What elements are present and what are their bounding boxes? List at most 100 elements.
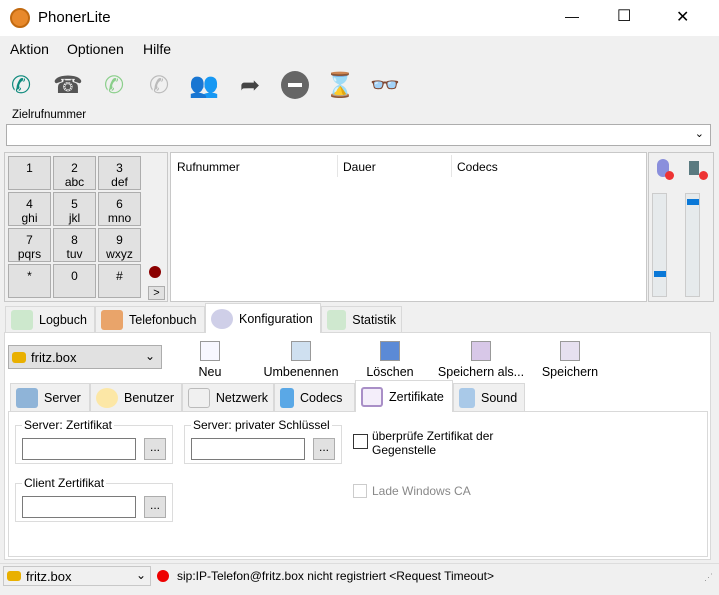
chevron-down-icon[interactable]: ⌄ — [695, 127, 704, 140]
chevron-down-icon: ⌄ — [145, 349, 156, 363]
action-save-button[interactable]: Speichern — [520, 339, 620, 381]
tab-statistik[interactable]: Statistik — [321, 306, 402, 332]
keypad-key[interactable]: 3 def — [98, 156, 141, 190]
subtab-sound[interactable]: Sound — [453, 383, 525, 411]
network-icon — [188, 387, 210, 408]
config-panel: fritz.box ⌄ Neu Umbenennen Löschen Speicher… — [4, 332, 711, 560]
key-digit: # — [116, 269, 123, 283]
subtab-zertifikate[interactable]: Zertifikate — [355, 380, 453, 412]
windows-ca-checkbox[interactable] — [353, 484, 367, 498]
incognito-icon[interactable]: 👓 — [368, 68, 402, 102]
status-message: sip:IP-Telefon@fritz.box nicht registrie… — [177, 569, 494, 583]
key-letters: pqrs — [17, 247, 42, 261]
keypad-key[interactable]: 5 jkl — [53, 192, 96, 226]
action-new-button[interactable]: Neu — [160, 339, 260, 381]
key-letters: abc — [64, 175, 85, 189]
speaker-volume-slider[interactable] — [685, 193, 700, 297]
client-cert-browse-button[interactable]: ... — [144, 496, 166, 518]
tab-konfiguration[interactable]: Konfiguration — [205, 303, 321, 333]
subtab-benutzer[interactable]: Benutzer — [90, 383, 182, 411]
server-cert-browse-button[interactable]: ... — [144, 438, 166, 460]
keypad-key[interactable]: # — [98, 264, 141, 298]
windows-ca-label: Lade Windows CA — [372, 484, 471, 498]
tab-telefonbuch[interactable]: Telefonbuch — [95, 306, 205, 332]
minimize-button[interactable]: — — [565, 8, 579, 24]
keypad-key[interactable]: 0 — [53, 264, 96, 298]
action-save-as-button[interactable]: Speichern als... — [431, 339, 531, 381]
server-key-input[interactable] — [191, 438, 305, 460]
keypad-panel: 1 2 abc 3 def 4 ghi 5 jkl 6 mno 7 pqrs 8 tuv 9 wxyz * 0 # > — [4, 152, 168, 302]
subtab-codecs[interactable]: Codecs — [274, 383, 355, 411]
hangup-icon[interactable]: ☎ — [51, 68, 85, 102]
mic-volume-slider[interactable] — [652, 193, 667, 297]
menu-hilfe[interactable]: Hilfe — [143, 41, 171, 57]
new-icon — [200, 341, 220, 361]
keypad-key[interactable]: 1 — [8, 156, 51, 190]
profile-select-value: fritz.box — [31, 350, 77, 365]
speaker-volume-thumb[interactable] — [687, 198, 699, 205]
hold-icon[interactable]: ✆ — [142, 68, 176, 102]
close-button[interactable]: ✕ — [676, 7, 689, 27]
key-letters: jkl — [68, 211, 81, 225]
subtab-server[interactable]: Server — [10, 383, 90, 411]
column-header-rufnummer[interactable]: Rufnummer — [177, 160, 240, 174]
client-cert-label: Client Zertifikat — [22, 476, 107, 490]
speaker-icon — [459, 387, 475, 408]
keypad-key[interactable]: 7 pqrs — [8, 228, 51, 262]
conference-icon[interactable]: 👥 — [187, 68, 221, 102]
keypad-key[interactable]: 6 mno — [98, 192, 141, 226]
call-icon[interactable]: ✆ — [4, 68, 38, 102]
tab-label: Server — [44, 390, 81, 405]
server-icon — [16, 387, 38, 408]
keypad-more-button[interactable]: > — [148, 286, 165, 300]
server-cert-input[interactable] — [22, 438, 136, 460]
key-digit: 8 — [71, 233, 78, 247]
server-key-label: Server: privater Schlüssel — [191, 418, 332, 432]
client-cert-input[interactable] — [22, 496, 136, 518]
keypad-key[interactable]: 8 tuv — [53, 228, 96, 262]
action-rename-button[interactable]: Umbenennen — [251, 339, 351, 381]
block-icon[interactable] — [278, 68, 312, 102]
column-header-dauer[interactable]: Dauer — [343, 160, 376, 174]
key-digit: 3 — [116, 161, 123, 175]
key-digit: * — [27, 269, 32, 283]
dial-input[interactable]: ⌄ — [6, 124, 711, 146]
key-letters: tuv — [66, 247, 83, 261]
subtab-netzwerk[interactable]: Netzwerk — [182, 383, 274, 411]
tab-label: Codecs — [300, 390, 343, 405]
title-bar: PhonerLite — ☐ ✕ — [0, 0, 719, 36]
wait-icon[interactable]: ⌛ — [323, 68, 357, 102]
resize-grip-icon[interactable]: ⋰ — [704, 572, 713, 583]
tab-label: Statistik — [352, 312, 396, 327]
certificate-icon — [361, 386, 383, 407]
window-title: PhonerLite — [38, 9, 111, 26]
key-letters: mno — [107, 211, 132, 225]
server-cert-label: Server: Zertifikat — [22, 418, 115, 432]
verify-cert-label[interactable]: überprüfe Zertifikat der Gegenstelle — [372, 429, 522, 457]
key-digit: 9 — [116, 233, 123, 247]
callback-icon[interactable]: ✆ — [97, 68, 131, 102]
tab-logbuch[interactable]: Logbuch — [5, 306, 95, 332]
status-profile-select[interactable]: fritz.box ⌄ — [3, 566, 151, 586]
call-list[interactable]: Rufnummer Dauer Codecs — [170, 152, 647, 302]
speaker-muted-icon[interactable] — [689, 161, 699, 175]
gear-icon — [211, 308, 233, 329]
key-digit: 5 — [71, 197, 78, 211]
keypad-key[interactable]: * — [8, 264, 51, 298]
server-key-browse-button[interactable]: ... — [313, 438, 335, 460]
menu-optionen[interactable]: Optionen — [67, 41, 124, 57]
menu-aktion[interactable]: Aktion — [10, 41, 49, 57]
column-header-codecs[interactable]: Codecs — [457, 160, 498, 174]
status-profile-value: fritz.box — [26, 569, 72, 584]
action-delete-button[interactable]: Löschen — [340, 339, 440, 381]
keypad-key[interactable]: 2 abc — [53, 156, 96, 190]
keypad-key[interactable]: 4 ghi — [8, 192, 51, 226]
verify-cert-checkbox[interactable] — [353, 434, 368, 449]
mic-volume-thumb[interactable] — [654, 270, 666, 277]
forward-icon[interactable]: ➦ — [233, 68, 267, 102]
profile-select[interactable]: fritz.box ⌄ — [8, 345, 162, 369]
chart-icon — [327, 309, 347, 330]
keypad-key[interactable]: 9 wxyz — [98, 228, 141, 262]
maximize-button[interactable]: ☐ — [617, 6, 631, 26]
tab-label: Logbuch — [39, 312, 87, 327]
